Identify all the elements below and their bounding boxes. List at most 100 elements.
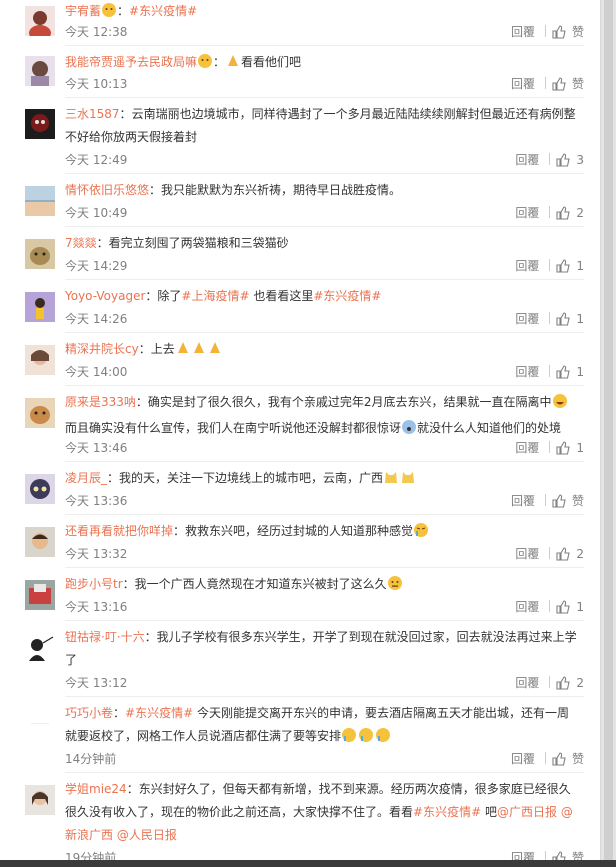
comment-time: 14分钟前: [65, 752, 117, 766]
divider: [549, 312, 551, 324]
mention-link[interactable]: @人民日报: [117, 828, 177, 842]
hashtag-link[interactable]: #东兴疫情#: [313, 289, 381, 303]
avatar[interactable]: [25, 186, 55, 216]
reply-button[interactable]: 回覆: [515, 596, 539, 618]
like-count: 2: [576, 676, 584, 690]
reply-button[interactable]: 回覆: [515, 543, 539, 565]
scrollbar-thumb[interactable]: [604, 0, 613, 867]
mention-link[interactable]: @广西日报: [497, 805, 557, 819]
like-button[interactable]: 赞: [552, 490, 584, 512]
thumb-up-icon: [556, 441, 571, 455]
username-link[interactable]: 三水1587: [65, 107, 120, 121]
avatar[interactable]: [25, 527, 55, 557]
avatar[interactable]: [25, 633, 55, 663]
reply-button[interactable]: 回覆: [515, 149, 539, 171]
divider: [549, 365, 551, 377]
divider: [65, 279, 584, 280]
comment-text: 情怀依旧乐悠悠：我只能默默为东兴祈祷，期待早日战胜疫情。: [65, 183, 402, 197]
like-button[interactable]: 1: [556, 361, 584, 383]
username-link[interactable]: 巧巧小卷: [65, 706, 113, 720]
divider: [65, 332, 584, 333]
window-bottom-edge: [0, 860, 616, 867]
avatar[interactable]: [25, 109, 55, 139]
like-count: 1: [576, 365, 584, 379]
divider: [65, 226, 584, 227]
username-link[interactable]: 凌月辰_: [65, 471, 107, 485]
thumb-up-icon: [556, 153, 571, 167]
username-link[interactable]: 7燚燚: [65, 236, 97, 250]
avatar[interactable]: [25, 785, 55, 815]
like-count: 1: [576, 259, 584, 273]
like-button[interactable]: 2: [556, 672, 584, 694]
divider: [65, 567, 584, 568]
avatar[interactable]: [25, 709, 55, 739]
like-count: 赞: [571, 25, 584, 39]
avatar[interactable]: [25, 345, 55, 375]
avatar[interactable]: [25, 239, 55, 269]
thumb-up-icon: [556, 600, 571, 614]
avatar[interactable]: [25, 580, 55, 610]
comment-text: 学姐mie24：东兴封好久了，但每天都有新增，找不到来源。经历两次疫情，很多家庭…: [65, 782, 573, 842]
divider: [65, 514, 584, 515]
username-link[interactable]: 原来是333呐: [65, 395, 136, 409]
username-link[interactable]: 我能帝贾遥予去民政局嘛: [65, 55, 197, 69]
divider: [65, 772, 584, 773]
like-count: 1: [576, 600, 584, 614]
username-link[interactable]: 钮祜禄·叮·十六: [65, 630, 145, 644]
like-count: 1: [576, 441, 584, 455]
comment-time: 今天 13:12: [65, 676, 128, 690]
username-link[interactable]: 学姐mie24: [65, 782, 127, 796]
comment-time: 今天 10:49: [65, 206, 128, 220]
like-count: 赞: [571, 494, 584, 508]
avatar[interactable]: [25, 56, 55, 86]
hashtag-link[interactable]: #东兴疫情#: [413, 805, 481, 819]
like-button[interactable]: 1: [556, 437, 584, 459]
reply-button[interactable]: 回覆: [515, 202, 539, 224]
like-button[interactable]: 赞: [552, 748, 584, 770]
avatar[interactable]: [25, 474, 55, 504]
divider: [549, 676, 551, 688]
hashtag-link[interactable]: #上海疫情#: [181, 289, 249, 303]
reply-button[interactable]: 回覆: [515, 255, 539, 277]
username-link[interactable]: 跑步小号tr: [65, 577, 123, 591]
reply-button[interactable]: 回覆: [511, 21, 535, 43]
thumb-up-icon: [556, 676, 571, 690]
username-link[interactable]: 精深井院长cy: [65, 342, 139, 356]
laugh-emoji-icon: [552, 393, 568, 417]
divider: [65, 461, 584, 462]
like-button[interactable]: 1: [556, 308, 584, 330]
divider: [549, 547, 551, 559]
username-link[interactable]: 还看再看就把你咩掉: [65, 524, 173, 538]
scrollbar[interactable]: [600, 0, 616, 867]
comment-text: 7燚燚：看完立刻囤了两袋猫粮和三袋猫砂: [65, 236, 289, 250]
divider: [549, 206, 551, 218]
like-button[interactable]: 3: [556, 149, 584, 171]
avatar[interactable]: [25, 6, 55, 36]
comment-text: 巧巧小卷：#东兴疫情# 今天刚能提交离开东兴的申请，要去酒店隔离五天才能出城，还…: [65, 702, 578, 751]
comment-text: 三水1587：云南瑞丽也边境城市，同样待遇封了一个多月最近陆陆续续刚解封但最近还…: [65, 107, 576, 144]
like-button[interactable]: 2: [556, 202, 584, 224]
like-button[interactable]: 赞: [552, 73, 584, 95]
avatar[interactable]: [25, 292, 55, 322]
username-link[interactable]: 宇宥蓄: [65, 4, 101, 18]
username-link[interactable]: Yoyo-Voyager: [65, 289, 145, 303]
reply-button[interactable]: 回覆: [515, 308, 539, 330]
like-button[interactable]: 1: [556, 255, 584, 277]
like-button[interactable]: 2: [556, 543, 584, 565]
divider: [544, 494, 546, 506]
like-button[interactable]: 1: [556, 596, 584, 618]
reply-button[interactable]: 回覆: [515, 672, 539, 694]
avatar[interactable]: [25, 398, 55, 428]
divider: [65, 696, 584, 697]
reply-button[interactable]: 回覆: [511, 73, 535, 95]
reply-button[interactable]: 回覆: [511, 748, 535, 770]
hashtag-link[interactable]: #东兴疫情#: [125, 706, 193, 720]
reply-button[interactable]: 回覆: [515, 437, 539, 459]
thumb-up-icon: [552, 494, 566, 508]
reply-button[interactable]: 回覆: [515, 361, 539, 383]
hashtag-link[interactable]: #东兴疫情#: [129, 4, 197, 18]
like-button[interactable]: 赞: [552, 21, 584, 43]
username-link[interactable]: 情怀依旧乐悠悠: [65, 183, 149, 197]
thumb-up-icon: [552, 752, 566, 766]
reply-button[interactable]: 回覆: [511, 490, 535, 512]
